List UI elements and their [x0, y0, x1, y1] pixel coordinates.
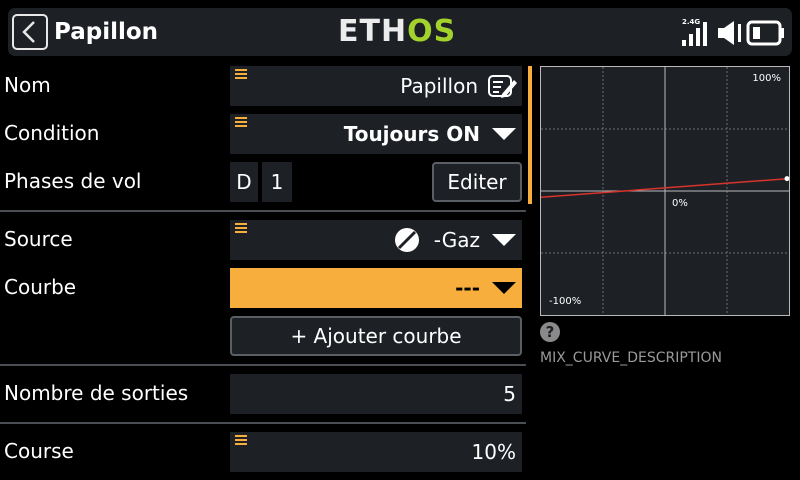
flight-mode-d[interactable]: D	[230, 162, 258, 202]
name-value: Papillon	[400, 74, 478, 98]
edit-flight-modes-button[interactable]: Editer	[432, 162, 522, 202]
divider	[0, 364, 526, 366]
source-dropdown[interactable]: -Gaz	[230, 220, 522, 260]
drag-handle-icon	[235, 223, 247, 234]
top-bar: Papillon ETHOS 2.4G	[0, 0, 800, 64]
battery-icon	[746, 20, 788, 46]
help-icon[interactable]: ?	[540, 322, 560, 342]
graph-top-label: 100%	[752, 73, 781, 84]
divider	[0, 210, 526, 212]
condition-value: Toujours ON	[343, 122, 480, 146]
curve-description: MIX_CURVE_DESCRIPTION	[540, 350, 722, 366]
curve-label: Courbe	[4, 275, 77, 299]
travel-label: Course	[4, 439, 74, 463]
curve-graph: 100% 0% -100%	[540, 66, 790, 316]
outputs-value: 5	[503, 382, 516, 406]
graph-bottom-label: -100%	[549, 296, 582, 307]
edit-icon	[488, 75, 517, 98]
curve-endpoint	[784, 176, 789, 182]
condition-label: Condition	[4, 121, 100, 145]
name-label: Nom	[4, 73, 51, 97]
curve-dropdown[interactable]: ---	[230, 268, 522, 308]
graph-mid-label: 0%	[672, 198, 688, 209]
chevron-down-icon	[492, 128, 516, 140]
drag-handle-icon	[235, 435, 247, 446]
chevron-left-icon	[22, 21, 35, 43]
drag-handle-icon	[235, 69, 247, 80]
scroll-indicator	[528, 66, 532, 204]
travel-value: 10%	[471, 440, 516, 464]
drag-handle-icon	[235, 117, 247, 128]
name-field[interactable]: Papillon	[230, 66, 522, 106]
speaker-icon	[716, 18, 746, 48]
outputs-field[interactable]: 5	[230, 374, 522, 414]
chevron-down-icon	[492, 282, 516, 294]
back-button[interactable]	[12, 14, 48, 50]
source-value: -Gaz	[433, 228, 480, 252]
chevron-down-icon	[492, 234, 516, 246]
ethos-logo: ETHOS	[338, 14, 457, 49]
divider	[0, 422, 526, 424]
flight-mode-1[interactable]: 1	[262, 162, 292, 202]
invert-icon	[395, 228, 419, 252]
curve-value: ---	[455, 276, 480, 300]
outputs-label: Nombre de sorties	[4, 381, 189, 405]
page-title: Papillon	[54, 19, 159, 45]
condition-dropdown[interactable]: Toujours ON	[230, 114, 522, 154]
flight-modes-label: Phases de vol	[4, 169, 142, 193]
source-label: Source	[4, 227, 73, 251]
travel-field[interactable]: 10%	[230, 432, 522, 472]
add-curve-button[interactable]: + Ajouter courbe	[230, 316, 522, 356]
curve-plot	[541, 67, 789, 315]
